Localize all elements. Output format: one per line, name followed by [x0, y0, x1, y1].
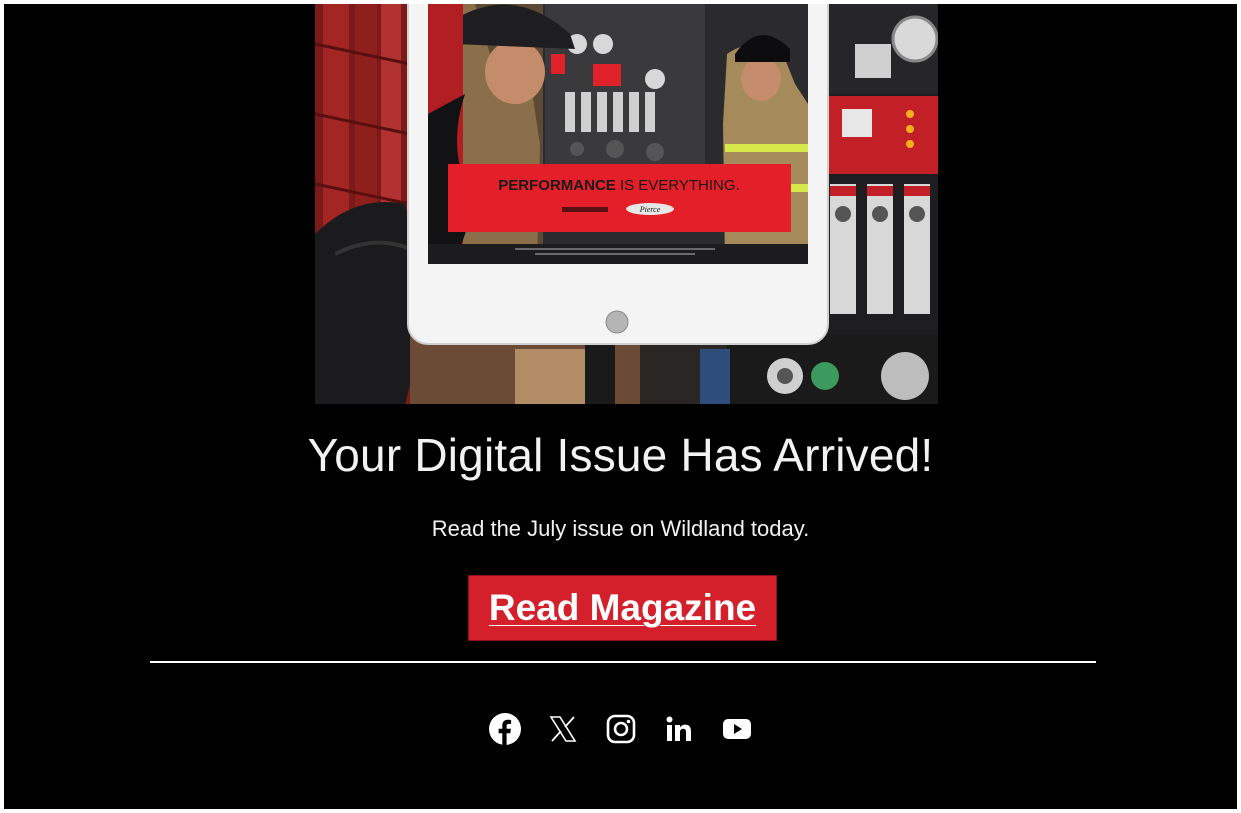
- divider: [150, 661, 1096, 663]
- instagram-link[interactable]: [604, 712, 638, 746]
- ad-brand-logo: Pierce: [639, 205, 661, 214]
- ad-headline-rest: IS EVERYTHING.: [616, 177, 740, 194]
- social-links: [4, 709, 1237, 749]
- x-link[interactable]: [546, 712, 580, 746]
- facebook-link[interactable]: [488, 712, 522, 746]
- read-magazine-label: Read Magazine: [488, 587, 757, 628]
- hero-image: PERFORMANCE IS EVERYTHING. Pierce: [315, 4, 938, 404]
- youtube-link[interactable]: [720, 712, 754, 746]
- page-title: Your Digital Issue Has Arrived!: [307, 429, 934, 481]
- facebook-icon: [488, 713, 521, 745]
- ad-headline-bold: PERFORMANCE: [498, 177, 616, 194]
- instagram-icon: [606, 714, 635, 744]
- youtube-icon: [722, 719, 751, 739]
- issue-description: Read the July issue on Wildland today.: [431, 516, 810, 541]
- linkedin-icon: [666, 716, 691, 741]
- x-icon: [549, 716, 576, 742]
- linkedin-link[interactable]: [662, 712, 696, 746]
- svg-text:PERFORMANCE IS EVERYTHING.: PERFORMANCE IS EVERYTHING.: [498, 177, 739, 194]
- read-magazine-button[interactable]: Read Magazine: [468, 575, 777, 641]
- email-body: PERFORMANCE IS EVERYTHING. Pierce Your D…: [4, 4, 1237, 809]
